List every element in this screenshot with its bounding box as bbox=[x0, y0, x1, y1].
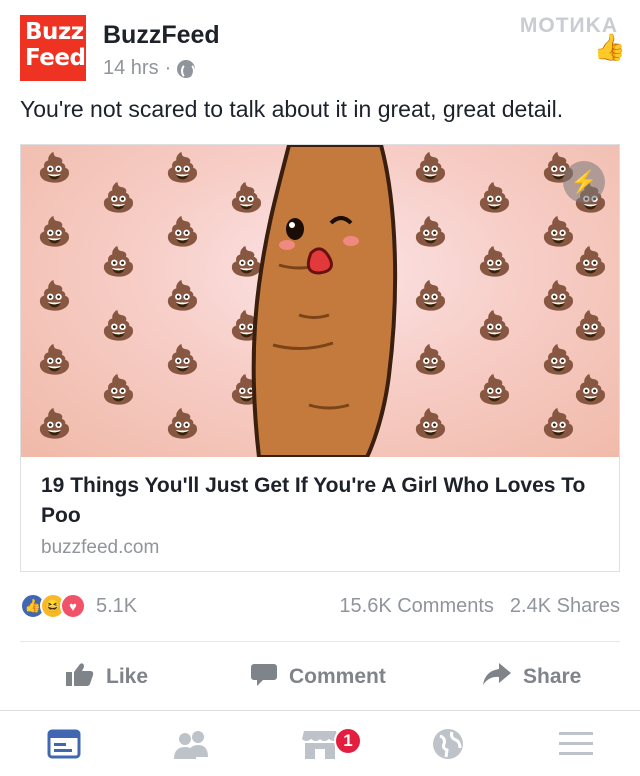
buzzfeed-logo[interactable]: Buzz Feed bbox=[20, 15, 86, 81]
like-label: Like bbox=[106, 665, 149, 688]
link-card[interactable]: 💩💩💩💩💩💩💩💩💩💩💩💩💩💩💩💩💩💩💩💩💩💩💩💩💩💩💩💩💩💩💩💩💩💩💩💩 ⚡ 1… bbox=[20, 144, 620, 572]
poo-pattern-icon: 💩 bbox=[573, 246, 608, 277]
poo-pattern-icon: 💩 bbox=[165, 152, 200, 183]
share-icon bbox=[483, 662, 511, 692]
link-card-domain: buzzfeed.com bbox=[41, 537, 160, 558]
logo-text-line2: Feed bbox=[25, 45, 86, 71]
friends-icon[interactable] bbox=[174, 728, 210, 760]
post-meta: 14 hrs · bbox=[103, 57, 196, 80]
poo-pattern-icon: 💩 bbox=[101, 310, 136, 341]
poo-pattern-icon: 💩 bbox=[541, 408, 576, 439]
menu-icon[interactable] bbox=[558, 728, 594, 760]
post-actions: Like Comment Share bbox=[0, 650, 640, 704]
poo-pattern-icon: 💩 bbox=[541, 344, 576, 375]
poo-pattern-icon: 💩 bbox=[101, 374, 136, 405]
comments-count[interactable]: 15.6K Comments bbox=[339, 595, 494, 618]
poo-pattern-icon: 💩 bbox=[541, 216, 576, 247]
lightning-icon[interactable]: ⚡ bbox=[563, 161, 605, 203]
poo-pattern-icon: 💩 bbox=[413, 408, 448, 439]
meta-separator: · bbox=[164, 57, 172, 79]
like-icon bbox=[66, 662, 94, 693]
link-card-title[interactable]: 19 Things You'll Just Get If You're A Gi… bbox=[41, 471, 599, 531]
divider bbox=[0, 710, 640, 711]
poo-pattern-icon: 💩 bbox=[477, 182, 512, 213]
poo-pattern-icon: 💩 bbox=[413, 216, 448, 247]
globe-icon bbox=[177, 59, 196, 79]
poo-pattern-icon: 💩 bbox=[37, 152, 72, 183]
comment-icon bbox=[251, 662, 277, 693]
poo-pattern-icon: 💩 bbox=[37, 344, 72, 375]
news-feed-icon[interactable] bbox=[46, 728, 82, 760]
reaction-icons[interactable]: 👍 😆 ♥ bbox=[20, 593, 86, 619]
poo-pattern-icon: 💩 bbox=[165, 408, 200, 439]
poo-pattern-icon: 💩 bbox=[101, 246, 136, 277]
poo-pattern-icon: 💩 bbox=[101, 182, 136, 213]
tab-bar bbox=[0, 712, 640, 776]
poo-pattern-icon: 💩 bbox=[477, 310, 512, 341]
link-card-image[interactable]: 💩💩💩💩💩💩💩💩💩💩💩💩💩💩💩💩💩💩💩💩💩💩💩💩💩💩💩💩💩💩💩💩💩💩💩💩 ⚡ bbox=[21, 145, 619, 457]
poo-pattern-icon: 💩 bbox=[477, 246, 512, 277]
marketplace-icon[interactable] bbox=[302, 728, 338, 760]
link-card-text[interactable]: 19 Things You'll Just Get If You're A Gi… bbox=[21, 457, 619, 571]
poo-pattern-icon: 💩 bbox=[165, 344, 200, 375]
love-reaction-icon: ♥ bbox=[60, 593, 86, 619]
poo-pattern-icon: 💩 bbox=[37, 280, 72, 311]
notification-badge[interactable]: 1 bbox=[334, 727, 362, 755]
page-name[interactable]: BuzzFeed bbox=[103, 21, 220, 50]
post-time[interactable]: 14 hrs bbox=[103, 57, 159, 80]
poop-character-illustration bbox=[251, 145, 398, 457]
globe-notifications-icon[interactable] bbox=[430, 728, 466, 760]
poo-pattern-icon: 💩 bbox=[413, 152, 448, 183]
poo-pattern-icon: 💩 bbox=[573, 310, 608, 341]
poo-pattern-icon: 💩 bbox=[573, 374, 608, 405]
watermark-thumb-icon: 👍 bbox=[593, 32, 626, 62]
comment-label: Comment bbox=[289, 665, 386, 688]
shares-count[interactable]: 2.4K Shares bbox=[510, 595, 620, 618]
like-button[interactable]: Like bbox=[66, 662, 148, 693]
poo-pattern-icon: 💩 bbox=[413, 344, 448, 375]
poo-pattern-icon: 💩 bbox=[37, 216, 72, 247]
share-label: Share bbox=[523, 665, 582, 688]
logo-text-line1: Buzz bbox=[25, 19, 84, 45]
share-button[interactable]: Share bbox=[483, 662, 582, 692]
reactions-bar: 👍 😆 ♥ 5.1K 15.6K Comments 2.4K Shares bbox=[20, 590, 620, 622]
poo-pattern-icon: 💩 bbox=[477, 374, 512, 405]
post-stats: 15.6K Comments 2.4K Shares bbox=[339, 595, 620, 618]
poo-pattern-icon: 💩 bbox=[165, 280, 200, 311]
reaction-count[interactable]: 5.1K bbox=[96, 595, 137, 618]
poo-pattern-icon: 💩 bbox=[37, 408, 72, 439]
poo-pattern-icon: 💩 bbox=[413, 280, 448, 311]
comment-button[interactable]: Comment bbox=[251, 662, 386, 693]
divider bbox=[20, 641, 620, 642]
poo-pattern-icon: 💩 bbox=[541, 280, 576, 311]
post-message: You're not scared to talk about it in gr… bbox=[20, 96, 564, 122]
poo-pattern-icon: 💩 bbox=[165, 216, 200, 247]
